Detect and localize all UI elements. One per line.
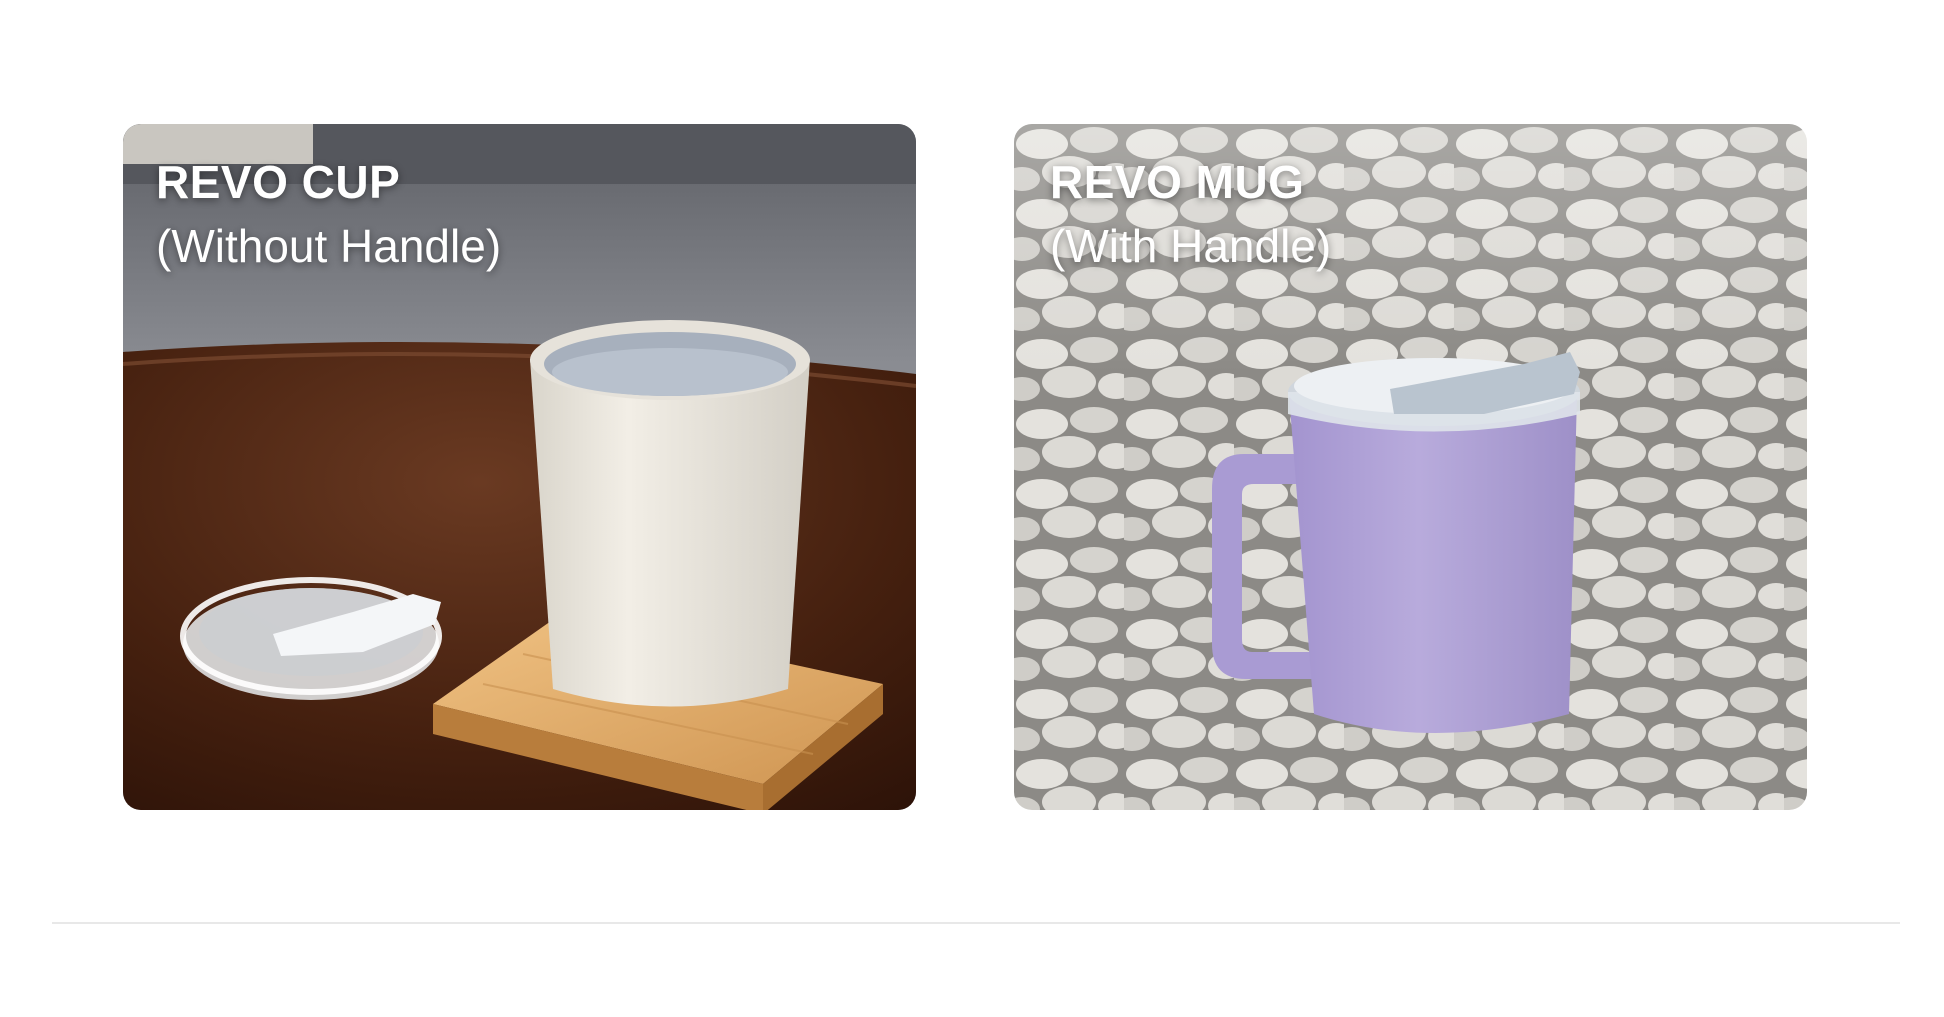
product-card-revo-mug[interactable]: REVO MUG (With Handle) bbox=[1014, 124, 1807, 810]
section-divider bbox=[52, 922, 1900, 924]
revo-mug-title: REVO MUG bbox=[1050, 156, 1305, 208]
revo-cup-subtitle: (Without Handle) bbox=[156, 220, 502, 272]
revo-mug-subtitle: (With Handle) bbox=[1050, 220, 1332, 272]
revo-mug-label: REVO MUG (With Handle) bbox=[1050, 152, 1331, 280]
revo-cup-label: REVO CUP (Without Handle) bbox=[156, 152, 501, 280]
product-card-revo-cup[interactable]: REVO CUP (Without Handle) bbox=[123, 124, 916, 810]
revo-cup-title: REVO CUP bbox=[156, 156, 401, 208]
